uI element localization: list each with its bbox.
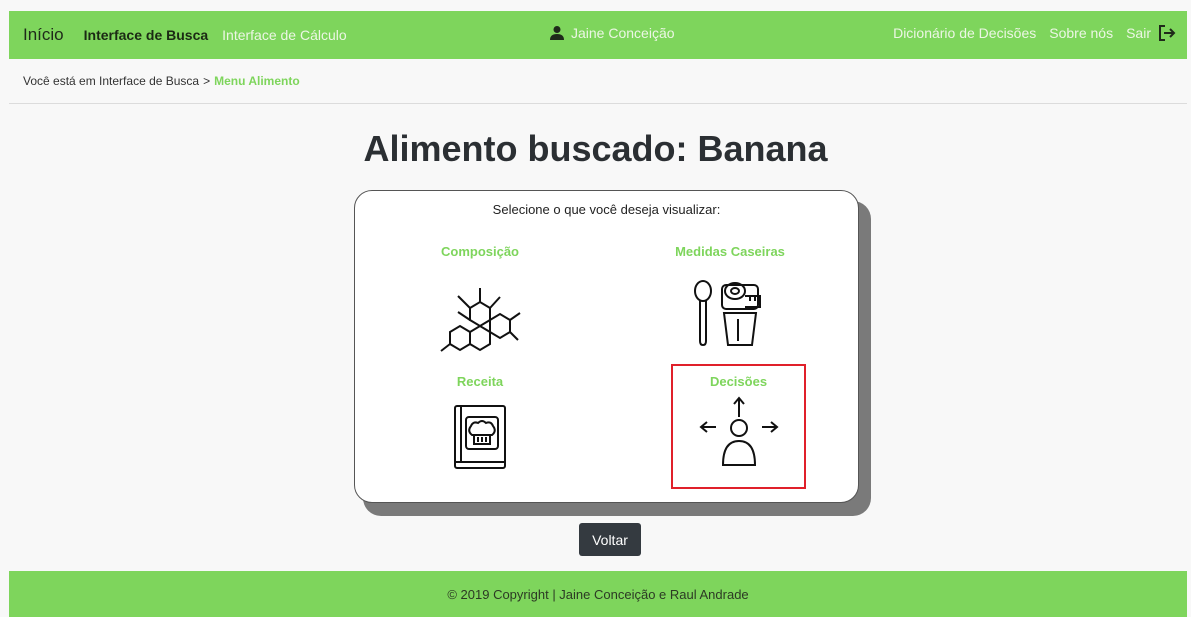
- option-household-measures[interactable]: Medidas Caseiras: [655, 244, 805, 347]
- kitchen-measures-icon: [694, 280, 761, 347]
- nav-search-interface[interactable]: Interface de Busca: [84, 27, 209, 43]
- breadcrumb-current: Menu Alimento: [214, 74, 300, 88]
- nav-calculation-interface[interactable]: Interface de Cálculo: [222, 27, 347, 43]
- back-button[interactable]: Voltar: [579, 523, 641, 556]
- footer: © 2019 Copyright | Jaine Conceição e Rau…: [9, 571, 1187, 617]
- user-name: Jaine Conceição: [571, 25, 675, 41]
- molecule-icon: [440, 288, 521, 352]
- option-decisions-label: Decisões: [709, 374, 768, 389]
- card-prompt: Selecione o que você deseja visualizar:: [492, 202, 721, 217]
- nav-about-us[interactable]: Sobre nós: [1049, 25, 1113, 41]
- breadcrumb-separator: >: [203, 74, 211, 88]
- top-navbar: Início Interface de Busca Interface de C…: [9, 11, 1187, 59]
- home-link[interactable]: Início: [23, 25, 64, 45]
- nav-right-group: Dicionário de Decisões Sobre nós Sair: [880, 23, 1177, 43]
- recipe-book-icon: [454, 405, 506, 469]
- option-decisions[interactable]: Decisões: [671, 364, 806, 489]
- user-menu[interactable]: Jaine Conceição: [549, 25, 675, 41]
- breadcrumb: Você está em Interface de Busca > Menu A…: [9, 59, 1187, 104]
- option-composition[interactable]: Composição: [415, 244, 545, 355]
- user-icon: [550, 26, 564, 40]
- breadcrumb-prefix[interactable]: Você está em Interface de Busca: [23, 74, 199, 88]
- nav-decisions-dictionary[interactable]: Dicionário de Decisões: [893, 25, 1036, 41]
- footer-copyright: © 2019 Copyright | Jaine Conceição e Rau…: [447, 586, 749, 602]
- nav-logout[interactable]: Sair: [1126, 25, 1151, 41]
- food-menu-card: Selecione o que você deseja visualizar: …: [354, 190, 859, 503]
- option-recipe[interactable]: Receita: [415, 374, 545, 473]
- decision-person-icon: [698, 396, 779, 466]
- page-title: Alimento buscado: Banana: [363, 128, 828, 169]
- logout-icon[interactable]: [1157, 23, 1177, 43]
- option-composition-label: Composição: [440, 244, 519, 259]
- option-household-measures-label: Medidas Caseiras: [675, 244, 785, 259]
- option-recipe-label: Receita: [456, 374, 504, 389]
